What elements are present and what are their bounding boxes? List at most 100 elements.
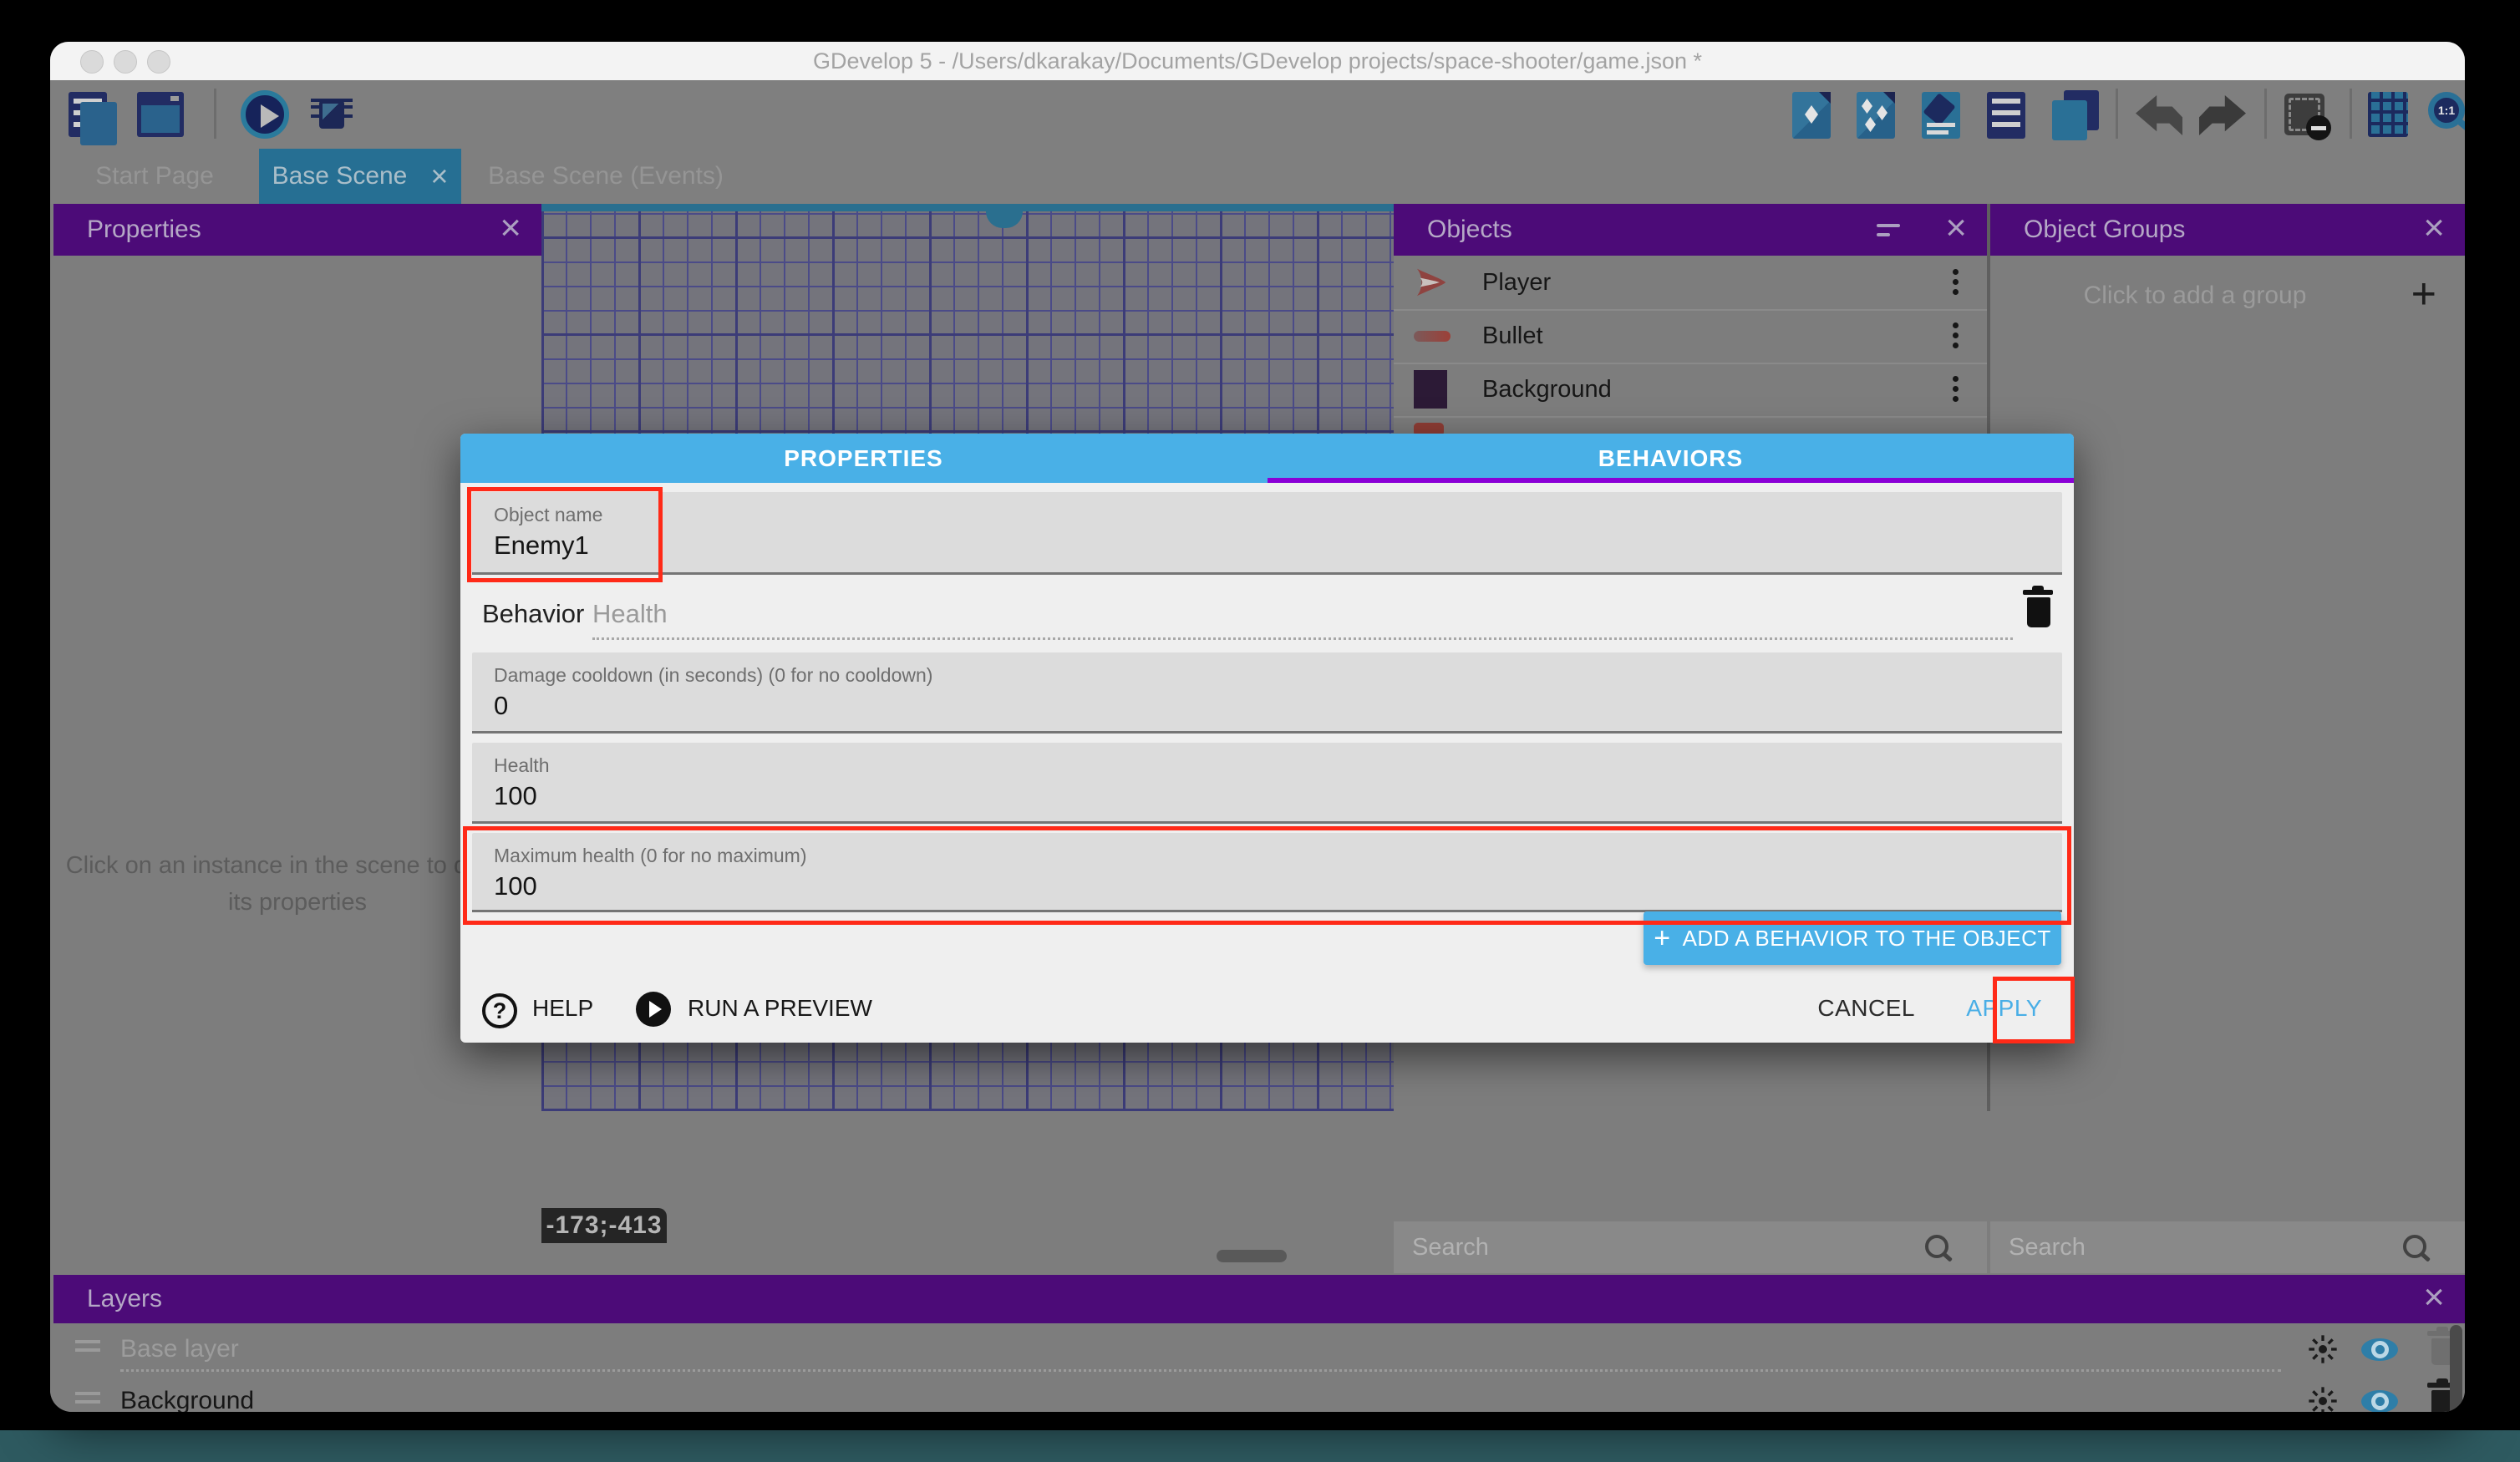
panel-title: Layers <box>87 1275 162 1323</box>
field-label: Health <box>494 754 549 777</box>
close-icon[interactable]: × <box>2423 1275 2445 1323</box>
delete-behavior-trash-icon[interactable] <box>2027 597 2050 627</box>
layer-name[interactable]: Base layer <box>120 1323 239 1375</box>
pencil-glyph <box>1923 93 1955 126</box>
layer-effects-icon[interactable] <box>2306 1333 2340 1366</box>
layers-panel-header: Layers × <box>53 1275 2465 1323</box>
pencil-line <box>1927 130 1948 135</box>
help-icon[interactable]: ? <box>482 993 517 1028</box>
object-groups-editor-icon[interactable] <box>1857 92 1895 139</box>
object-name: Bullet <box>1482 309 1543 363</box>
preview-play-icon[interactable] <box>241 90 289 139</box>
doc-corner <box>1883 92 1895 104</box>
object-menu-dots-icon[interactable] <box>1953 376 1959 382</box>
project-manager-icon[interactable] <box>69 92 107 137</box>
background-sprite-icon <box>1414 370 1447 409</box>
window-title: GDevelop 5 - /Users/dkarakay/Documents/G… <box>50 42 2465 80</box>
screen: GDevelop 5 - /Users/dkarakay/Documents/G… <box>0 0 2520 1462</box>
layer-row-background[interactable]: Background <box>53 1375 2465 1412</box>
close-icon[interactable]: × <box>1945 204 1967 256</box>
desktop-background <box>0 1430 2520 1462</box>
play-triangle <box>261 104 279 128</box>
field-value: 100 <box>494 781 537 811</box>
diamond-glyph <box>1865 117 1876 132</box>
layer-effects-icon[interactable] <box>2306 1384 2340 1412</box>
drag-handle-icon[interactable] <box>75 1340 100 1343</box>
object-name: Background <box>1482 363 1612 416</box>
behavior-label: Behavior <box>482 589 584 639</box>
diamond-glyph <box>1862 99 1872 114</box>
tab-base-scene[interactable]: Base Scene × <box>259 149 461 204</box>
object-row-background[interactable]: Background <box>1394 363 1987 418</box>
layer-row-base-layer[interactable]: Base layer <box>53 1323 2465 1375</box>
dialog-tab-properties[interactable]: PROPERTIES <box>460 434 1267 483</box>
search-icon <box>2403 1235 2426 1258</box>
active-tab-indicator <box>1268 478 2074 483</box>
tab-base-scene-events[interactable]: Base Scene (Events)× <box>468 149 744 204</box>
undo-icon[interactable] <box>2136 95 2182 135</box>
layer-visibility-eye-icon[interactable] <box>2361 1390 2398 1412</box>
tab-label: Start Page <box>95 162 214 190</box>
annotation-box-object-name <box>467 487 663 582</box>
diamond-glyph <box>1877 105 1887 120</box>
redo-icon[interactable] <box>2199 95 2246 135</box>
close-icon[interactable]: × <box>2423 204 2445 256</box>
drag-handle-icon[interactable] <box>75 1392 100 1395</box>
edit-scene-properties-icon[interactable] <box>1922 92 1960 139</box>
plus-icon[interactable]: + <box>2411 256 2436 336</box>
dialog-tab-behaviors[interactable]: BEHAVIORS <box>1268 434 2074 483</box>
object-row-player[interactable]: Player <box>1394 256 1987 311</box>
add-group-label: Click to add a group <box>1990 256 2400 336</box>
object-name-field[interactable]: Object name Enemy1 <box>472 492 2062 575</box>
list-lines <box>1992 99 2020 132</box>
doc-corner <box>1819 92 1831 104</box>
behavior-name-field[interactable]: Health <box>592 589 668 639</box>
scene-horizontal-scroll-thumb[interactable] <box>1217 1250 1287 1262</box>
add-group-row[interactable]: Click to add a group + <box>1990 256 2465 336</box>
debug-icon[interactable] <box>309 90 356 139</box>
zoom-original-icon[interactable]: 1:1 <box>2428 92 2465 142</box>
annotation-box-apply <box>1993 977 2075 1043</box>
field-label: Damage cooldown (in seconds) (0 for no c… <box>494 664 932 687</box>
groups-search-field[interactable]: Search <box>1990 1221 2465 1273</box>
object-behaviors-dialog: PROPERTIES BEHAVIORS Object name Enemy1 … <box>460 434 2074 1043</box>
objects-search-field[interactable]: Search <box>1394 1221 1987 1273</box>
open-layers-panel-icon[interactable] <box>2052 90 2099 140</box>
field-value: 0 <box>494 691 508 721</box>
toggle-mask-icon[interactable] <box>2284 94 2324 135</box>
close-icon[interactable]: × <box>500 204 521 256</box>
object-row-bullet[interactable]: Bullet <box>1394 309 1987 364</box>
tab-label: Base Scene <box>272 162 408 190</box>
close-icon[interactable]: × <box>430 149 448 204</box>
project-manager-page <box>80 102 117 145</box>
tab-start-page[interactable]: Start Page <box>67 149 242 204</box>
filter-icon[interactable] <box>1877 224 1900 242</box>
cancel-button[interactable]: CANCEL <box>1817 982 1915 1035</box>
help-button[interactable]: HELP <box>532 982 593 1035</box>
damage-cooldown-field[interactable]: Damage cooldown (in seconds) (0 for no c… <box>472 652 2062 734</box>
toggle-grid-icon[interactable] <box>2368 92 2408 137</box>
layer-front <box>2052 100 2087 140</box>
layer-name[interactable]: Background <box>120 1375 254 1412</box>
layer-visibility-eye-icon[interactable] <box>2361 1338 2398 1361</box>
search-icon <box>1925 1235 1948 1258</box>
layers-scrollbar-thumb[interactable] <box>2450 1325 2462 1412</box>
pencil-line <box>1927 123 1955 127</box>
health-field[interactable]: Health 100 <box>472 743 2062 824</box>
search-placeholder: Search <box>1412 1221 1489 1273</box>
properties-panel-header: Properties × <box>53 204 541 256</box>
run-preview-button[interactable]: RUN A PREVIEW <box>688 982 872 1035</box>
scene-top-scrollbar[interactable] <box>541 204 1394 211</box>
search-placeholder: Search <box>2009 1221 2086 1273</box>
object-menu-dots-icon[interactable] <box>1953 322 1959 328</box>
bullet-sprite-icon <box>1414 331 1451 342</box>
open-properties-panel-icon[interactable] <box>1987 92 2025 139</box>
toolbar-separator <box>2350 89 2352 139</box>
mask-badge <box>2306 115 2331 140</box>
object-menu-dots-icon[interactable] <box>1953 269 1959 275</box>
minus-glyph <box>2311 126 2326 130</box>
run-preview-icon[interactable] <box>636 992 671 1027</box>
open-scene-window-icon[interactable] <box>137 92 184 137</box>
toolbar-separator <box>214 89 216 139</box>
objects-editor-icon[interactable] <box>1792 92 1831 139</box>
